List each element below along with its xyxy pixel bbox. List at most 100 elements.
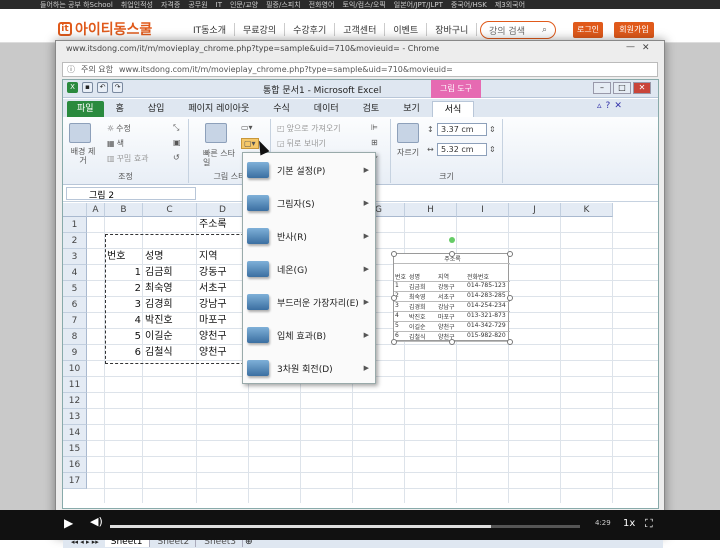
- fullscreen-icon[interactable]: ⛶: [645, 517, 653, 531]
- ribbon-tab[interactable]: 보기: [391, 101, 432, 117]
- save-icon[interactable]: ▪: [82, 82, 93, 93]
- menu-item[interactable]: 기본 설정(P) ▶: [243, 157, 375, 183]
- column-header[interactable]: H: [405, 203, 457, 217]
- menu-item[interactable]: 입체 효과(B) ▶: [243, 322, 375, 348]
- close-icon[interactable]: ✕: [614, 101, 622, 111]
- quick-styles-icon[interactable]: [205, 123, 227, 143]
- resize-handle[interactable]: [507, 295, 513, 301]
- url-text[interactable]: www.itsdong.com/it/m/movieplay_chrome.ph…: [119, 65, 453, 74]
- width-spinner-icon[interactable]: ⇕: [489, 145, 496, 154]
- top-link[interactable]: 자격증: [161, 0, 180, 9]
- nav-link[interactable]: 장바구니: [427, 23, 478, 36]
- row-header[interactable]: 16: [63, 457, 87, 473]
- resize-handle[interactable]: [507, 251, 513, 257]
- align-icon[interactable]: ⊫: [371, 123, 378, 132]
- top-link[interactable]: 전화영어: [309, 0, 335, 9]
- ribbon-tab[interactable]: 홈: [104, 101, 136, 117]
- change-picture-icon[interactable]: ▣: [173, 138, 181, 147]
- color-button[interactable]: ▦ 색: [107, 138, 124, 149]
- login-button[interactable]: 로그인: [573, 22, 603, 38]
- row-header[interactable]: 10: [63, 361, 87, 377]
- width-field[interactable]: 5.32 cm: [437, 143, 487, 156]
- picture-border-icon[interactable]: ▭▾: [241, 123, 253, 132]
- menu-item[interactable]: 3차원 회전(D) ▶: [243, 355, 375, 381]
- join-button[interactable]: 회원가입: [614, 22, 654, 38]
- row-header[interactable]: 11: [63, 377, 87, 393]
- background-remove-icon[interactable]: [69, 123, 91, 143]
- top-link[interactable]: 들어하는 공부 하School: [40, 0, 113, 9]
- maximize-icon[interactable]: □: [613, 82, 631, 94]
- nav-link[interactable]: 이벤트: [385, 23, 428, 36]
- volume-icon[interactable]: ◀): [90, 515, 103, 528]
- site-logo[interactable]: it 아이티동스쿨: [58, 19, 152, 39]
- top-link[interactable]: 일본어/JPT/JLPT: [394, 0, 443, 9]
- nav-link[interactable]: 수강후기: [285, 23, 336, 36]
- resize-handle[interactable]: [391, 339, 397, 345]
- crop-icon[interactable]: [397, 123, 419, 143]
- address-bar[interactable]: ⓘ 주의 요함 www.itsdong.com/it/m/movieplay_c…: [62, 62, 658, 77]
- progress-bar[interactable]: [110, 525, 580, 528]
- undo-icon[interactable]: ↶: [97, 82, 108, 93]
- menu-item[interactable]: 그림자(S) ▶: [243, 190, 375, 216]
- menu-item[interactable]: 반사(R) ▶: [243, 223, 375, 249]
- resize-handle[interactable]: [391, 251, 397, 257]
- group-icon[interactable]: ⊞: [371, 138, 378, 147]
- row-header[interactable]: 4: [63, 265, 87, 281]
- row-header[interactable]: 17: [63, 473, 87, 489]
- ribbon-tab[interactable]: 데이터: [302, 101, 351, 117]
- bring-forward-button[interactable]: ◰ 앞으로 가져오기: [277, 123, 341, 134]
- row-header[interactable]: 14: [63, 425, 87, 441]
- ribbon-tab[interactable]: 삽입: [136, 101, 177, 117]
- top-link[interactable]: 필증/스피치: [266, 0, 301, 9]
- resize-handle[interactable]: [449, 251, 455, 257]
- row-header[interactable]: 6: [63, 297, 87, 313]
- ribbon-tab[interactable]: 수식: [261, 101, 302, 117]
- row-header[interactable]: 8: [63, 329, 87, 345]
- top-link[interactable]: 인문/교양: [230, 0, 258, 9]
- row-header[interactable]: 15: [63, 441, 87, 457]
- minimize-icon[interactable]: —: [626, 42, 635, 52]
- pasted-picture[interactable]: 주소록 번호 성명 지역 전화번호 1 김금희 강동구 014-785-1234 2 최숙영 서초구 0…: [391, 251, 513, 345]
- close-icon[interactable]: ✕: [633, 82, 651, 94]
- column-header[interactable]: J: [509, 203, 561, 217]
- column-header[interactable]: I: [457, 203, 509, 217]
- ribbon-tab[interactable]: 페이지 레이아웃: [176, 101, 261, 117]
- ribbon-collapse-icon[interactable]: ▵: [597, 101, 602, 111]
- top-link[interactable]: 중국어/HSK: [451, 0, 487, 9]
- resize-handle[interactable]: [507, 339, 513, 345]
- select-all-corner[interactable]: [63, 203, 87, 217]
- rotation-handle[interactable]: [449, 237, 455, 243]
- row-header[interactable]: 12: [63, 393, 87, 409]
- top-link[interactable]: 공무원: [188, 0, 207, 9]
- column-header[interactable]: A: [87, 203, 105, 217]
- menu-item[interactable]: 부드러운 가장자리(E) ▶: [243, 289, 375, 315]
- top-link[interactable]: 취업인적성: [121, 0, 153, 9]
- help-icon[interactable]: ?: [606, 101, 611, 111]
- ribbon-tab[interactable]: 검토: [351, 101, 392, 117]
- top-link[interactable]: 제3외국어: [495, 0, 525, 9]
- artistic-effects-button[interactable]: ▥ 꾸밈 효과: [107, 153, 149, 164]
- send-backward-button[interactable]: ◲ 뒤로 보내기: [277, 138, 326, 149]
- resize-handle[interactable]: [391, 295, 397, 301]
- row-header[interactable]: 5: [63, 281, 87, 297]
- column-header[interactable]: K: [561, 203, 613, 217]
- nav-link[interactable]: IT동소개: [185, 23, 235, 36]
- row-header[interactable]: 3: [63, 249, 87, 265]
- row-header[interactable]: 13: [63, 409, 87, 425]
- ribbon-tab[interactable]: 파일: [67, 101, 104, 117]
- correct-button[interactable]: ☼ 수정: [107, 123, 131, 134]
- cell[interactable]: 주소록: [199, 217, 247, 233]
- nav-link[interactable]: 무료강의: [235, 23, 286, 36]
- column-header[interactable]: B: [105, 203, 143, 217]
- close-icon[interactable]: ✕: [642, 43, 650, 53]
- speed-button[interactable]: 1x: [623, 518, 635, 529]
- ribbon-tab[interactable]: 서식: [431, 101, 475, 117]
- redo-icon[interactable]: ↷: [112, 82, 123, 93]
- row-header[interactable]: 2: [63, 233, 87, 249]
- resize-handle[interactable]: [449, 339, 455, 345]
- background-remove-button[interactable]: 배경 제거: [69, 147, 97, 165]
- site-search-input[interactable]: 강의 검색 ⌕: [480, 21, 556, 39]
- play-icon[interactable]: ▶: [64, 516, 73, 530]
- menu-item[interactable]: 네온(G) ▶: [243, 256, 375, 282]
- name-box[interactable]: 그림 2: [66, 187, 196, 201]
